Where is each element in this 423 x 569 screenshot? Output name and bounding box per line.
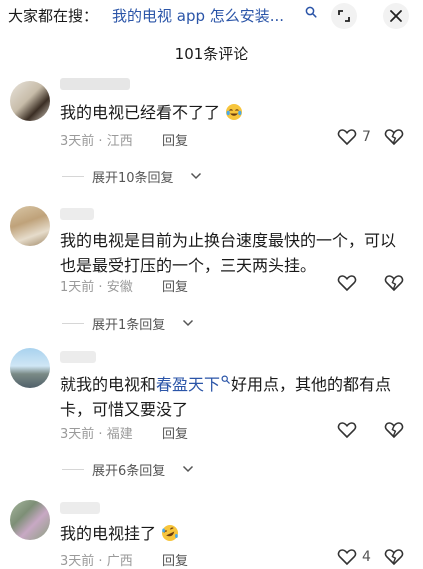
expand-button[interactable] <box>331 3 357 29</box>
broken-heart-icon[interactable] <box>384 421 404 439</box>
close-icon <box>390 10 402 22</box>
comment-meta: 3天前 · 江西 <box>60 134 133 149</box>
expand-replies-button[interactable]: 展开1条回复 <box>62 314 212 334</box>
username-blurred[interactable] <box>60 208 94 220</box>
chevron-down-icon <box>190 172 202 180</box>
avatar[interactable] <box>10 81 50 121</box>
search-icon[interactable] <box>221 375 230 384</box>
heart-icon[interactable] <box>337 274 357 292</box>
expand-replies-button[interactable]: 展开10条回复 <box>62 167 222 187</box>
comment-text: 我的电视挂了 <box>60 521 410 546</box>
comment-text: 我的电视是目前为止换台速度最快的一个，可以也是最受打压的一个，三天两头挂。 <box>60 231 397 275</box>
heart-icon[interactable] <box>337 548 357 566</box>
divider <box>62 469 84 470</box>
reply-button[interactable]: 回复 <box>162 130 188 149</box>
comment-count-title: 101条评论 <box>174 45 249 63</box>
comment-item: 我的电视已经看不了了 3天前 · 江西 回复 7 展开10条回复 <box>0 76 423 196</box>
comment-item: 我的电视挂了 3天前 · 广西 回复 4 <box>0 500 423 569</box>
heart-icon[interactable] <box>337 128 357 146</box>
comment-meta: 1天前 · 安徽 <box>60 280 133 295</box>
top-search-bar: 大家都在搜： 我的电视 app 怎么安装... <box>0 0 423 34</box>
divider <box>62 176 84 177</box>
heart-icon[interactable] <box>337 421 357 439</box>
chevron-down-icon <box>182 319 194 327</box>
reply-button[interactable]: 回复 <box>162 276 188 295</box>
comment-meta: 3天前 · 福建 <box>60 427 133 442</box>
avatar[interactable] <box>10 206 50 246</box>
comment-item: 我的电视是目前为止换台速度最快的一个，可以也是最受打压的一个，三天两头挂。 1天… <box>0 206 423 336</box>
username-blurred[interactable] <box>60 78 130 90</box>
divider <box>62 323 84 324</box>
username-blurred[interactable] <box>60 351 96 363</box>
tears-of-joy-emoji-icon <box>226 104 243 120</box>
broken-heart-icon[interactable] <box>384 548 404 566</box>
reply-button[interactable]: 回复 <box>162 423 188 442</box>
comment-text: 我的电视已经看不了了 <box>60 100 410 125</box>
username-blurred[interactable] <box>60 502 100 514</box>
avatar[interactable] <box>10 348 50 388</box>
like-count: 7 <box>362 129 371 145</box>
topic-link[interactable]: 春盈天下 <box>156 375 220 394</box>
like-count: 4 <box>362 549 371 565</box>
close-button[interactable] <box>383 3 409 29</box>
rolling-laughing-emoji-icon <box>162 525 179 541</box>
broken-heart-icon[interactable] <box>384 274 404 292</box>
expand-replies-button[interactable]: 展开6条回复 <box>62 460 212 480</box>
comment-item: 就我的电视和春盈天下 好用点，其他的都有点卡，可惜又要没了 3天前 · 福建 回… <box>0 348 423 480</box>
avatar[interactable] <box>10 500 50 540</box>
search-suggestion-link[interactable]: 我的电视 app 怎么安装... <box>112 5 284 26</box>
search-icon[interactable] <box>305 6 317 18</box>
comment-text: 就我的电视和春盈天下 好用点，其他的都有点卡，可惜又要没了 <box>60 375 392 419</box>
search-suggestion-prefix: 大家都在搜： <box>8 7 99 25</box>
comment-meta: 3天前 · 广西 <box>60 554 133 569</box>
expand-icon <box>338 10 350 22</box>
chevron-down-icon <box>182 465 194 473</box>
broken-heart-icon[interactable] <box>384 128 404 146</box>
reply-button[interactable]: 回复 <box>162 550 188 569</box>
